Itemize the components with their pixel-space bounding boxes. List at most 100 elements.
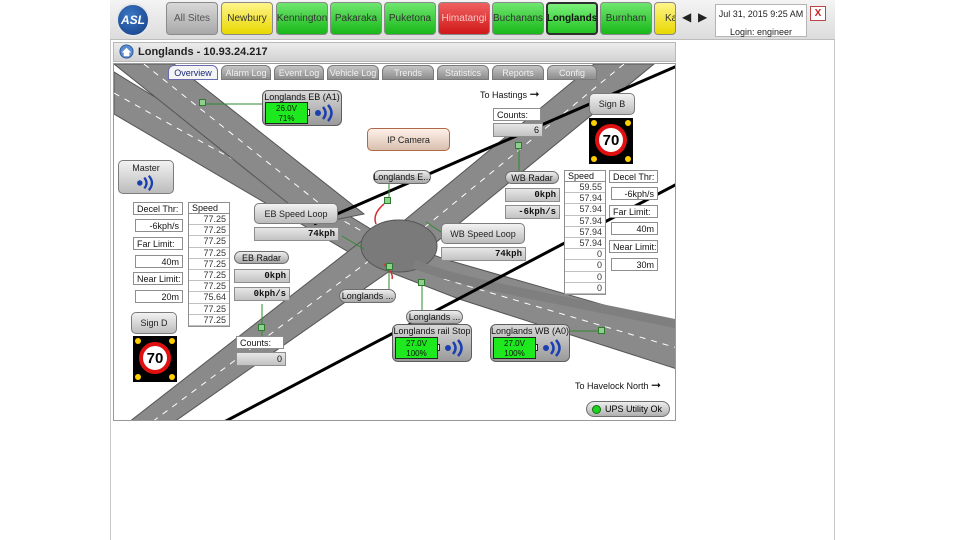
arrow-right-icon: ➞ — [529, 87, 540, 101]
wireless-icon — [137, 175, 154, 191]
loop-connector — [199, 99, 206, 106]
master-label: Master — [132, 163, 160, 173]
next-sites-icon[interactable]: ▶ — [698, 10, 707, 24]
arrow-right-icon: ➞ — [651, 378, 662, 392]
sign-d-button[interactable]: Sign D — [131, 312, 177, 334]
right-decel-label: Decel Thr: — [609, 170, 658, 183]
speed-cell: 59.55 — [565, 182, 605, 194]
right-far-label: Far Limit: — [609, 205, 658, 218]
speed-cell: 77.25 — [189, 281, 229, 293]
speed-cell: 77.25 — [189, 236, 229, 248]
eb-speed-loop-button[interactable]: EB Speed Loop — [254, 203, 338, 224]
speed-cell: 57.94 — [565, 227, 605, 238]
tab-trends[interactable]: Trends — [382, 65, 434, 80]
site-icon — [119, 44, 134, 59]
direction-label: To Hastings — [480, 90, 528, 100]
battery-eb-a1: 26.0V 71% — [265, 102, 308, 124]
site-tab-himatangi[interactable]: Himatangi — [438, 2, 490, 35]
speed-header: Speed — [565, 171, 605, 182]
counts-value-bottom: 0 — [236, 352, 286, 366]
speed-limit-sign: 70 — [139, 342, 171, 374]
status-led-icon — [592, 405, 601, 414]
speed-cell: 77.25 — [189, 214, 229, 226]
eb-radar-speed: 0kph — [234, 269, 290, 283]
counts-label-bottom: Counts: — [236, 336, 284, 349]
sign-lamp — [135, 338, 141, 344]
speed-cell: 77.25 — [189, 315, 229, 326]
loop-connector — [258, 324, 265, 331]
battery-voltage: 27.0V — [504, 339, 525, 348]
battery-voltage: 26.0V — [276, 104, 297, 113]
node-longlands-e[interactable]: Longlands E... — [373, 170, 431, 184]
session-info: Jul 31, 2015 9:25 AM Login: engineer — [715, 4, 807, 37]
tab-overview[interactable]: Overview — [168, 65, 218, 80]
panel-title: Longlands - 10.93.24.217 — [113, 42, 676, 62]
eb-speed-table: Speed 77.25 77.25 77.25 77.25 77.25 77.2… — [188, 202, 230, 327]
ip-camera-button[interactable]: IP Camera — [367, 128, 450, 151]
site-tab-ka[interactable]: Ka — [654, 2, 676, 35]
sign-lamp — [625, 120, 631, 126]
loop-connector — [598, 327, 605, 334]
battery-tip — [307, 109, 310, 116]
site-tab-longlands[interactable]: Longlands — [546, 2, 598, 35]
wb-speed-loop-button[interactable]: WB Speed Loop — [441, 223, 525, 244]
eb-radar-button[interactable]: EB Radar — [234, 251, 289, 264]
wb-speed-table: Speed 59.55 57.94 57.94 57.94 57.94 57.9… — [564, 170, 606, 295]
speed-cell: 57.94 — [565, 204, 605, 216]
tab-config[interactable]: Config — [547, 65, 597, 80]
site-tab-puketona[interactable]: Puketona — [384, 2, 436, 35]
left-far-label: Far Limit: — [133, 237, 183, 250]
tab-reports[interactable]: Reports — [492, 65, 544, 80]
left-decel-label: Decel Thr: — [133, 202, 183, 215]
site-tab-all-sites[interactable]: All Sites — [166, 2, 218, 35]
ups-status[interactable]: UPS Utility Ok — [586, 401, 670, 417]
prev-sites-icon[interactable]: ◀ — [682, 10, 691, 24]
sign-lamp — [591, 120, 597, 126]
right-near-value: 30m — [611, 258, 658, 271]
datetime: Jul 31, 2015 9:25 AM — [718, 9, 804, 19]
speed-cell: 57.94 — [565, 238, 605, 250]
site-tab-kennington[interactable]: Kennington — [276, 2, 328, 35]
tab-vehicle-log[interactable]: Vehicle Log — [327, 65, 379, 80]
speed-cell: 0 — [565, 260, 605, 272]
right-decel-value: -6kph/s — [611, 187, 658, 200]
wireless-icon — [315, 104, 333, 122]
site-tab-pakaraka[interactable]: Pakaraka — [330, 2, 382, 35]
speed-cell: 77.25 — [189, 248, 229, 259]
speed-cell: 77.25 — [189, 270, 229, 282]
loop-connector — [386, 263, 393, 270]
tab-alarm-log[interactable]: Alarm Log — [221, 65, 271, 80]
eb-speed-loop-value: 74kph — [254, 227, 339, 241]
close-button[interactable]: X — [810, 6, 826, 21]
battery-rail-stop: 27.0V 100% — [395, 337, 438, 359]
loop-connector — [418, 279, 425, 286]
tab-statistics[interactable]: Statistics — [437, 65, 489, 80]
sign-b-display: 70 — [589, 118, 633, 164]
sign-lamp — [591, 156, 597, 162]
battery-percent: 100% — [504, 349, 525, 358]
device-name: Longlands WB (A0) — [491, 326, 570, 336]
speed-header: Speed — [189, 203, 229, 214]
site-tab-buchanans[interactable]: Buchanans — [492, 2, 544, 35]
node-longlands-s[interactable]: Longlands ... — [406, 310, 463, 324]
left-decel-value: -6kph/s — [135, 219, 183, 232]
left-near-label: Near Limit: — [133, 272, 183, 285]
login-status: Login: engineer — [729, 27, 793, 37]
site-tab-newbury[interactable]: Newbury — [221, 2, 273, 35]
node-longlands-w[interactable]: Longlands ... — [339, 289, 396, 303]
left-far-value: 40m — [135, 255, 183, 268]
wb-radar-button[interactable]: WB Radar — [505, 171, 559, 184]
site-tab-burnham[interactable]: Burnham — [600, 2, 652, 35]
battery-wb-a0: 27.0V 100% — [493, 337, 536, 359]
counts-label-top: Counts: — [493, 108, 541, 121]
direction-to-hastings: To Hastings ➞ — [480, 87, 540, 101]
tab-event-log[interactable]: Event Log — [274, 65, 324, 80]
speed-cell: 57.94 — [565, 193, 605, 205]
battery-tip — [437, 344, 440, 351]
sign-b-button[interactable]: Sign B — [589, 93, 635, 115]
right-far-value: 40m — [611, 222, 658, 235]
battery-tip — [535, 344, 538, 351]
speed-cell: 0 — [565, 283, 605, 294]
wireless-icon — [445, 339, 463, 357]
wb-radar-accel: -6kph/s — [505, 205, 560, 219]
